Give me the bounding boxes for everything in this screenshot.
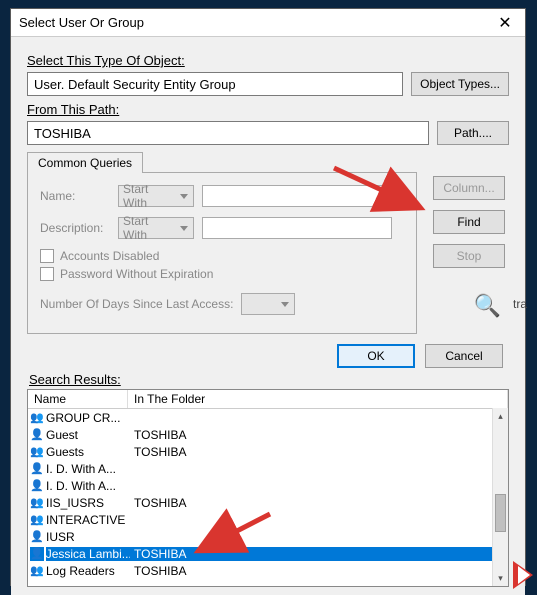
result-row[interactable]: 👤I. D. With A... (28, 477, 508, 494)
name-input[interactable] (202, 185, 392, 207)
result-folder: TOSHIBA (130, 547, 508, 561)
result-folder: TOSHIBA (130, 428, 508, 442)
object-type-label: Select This Type Of Object: (27, 53, 509, 68)
group-icon: 👥 (30, 411, 44, 425)
description-input[interactable] (202, 217, 392, 239)
column-button[interactable]: Column... (433, 176, 505, 200)
days-since-access-label: Number Of Days Since Last Access: (40, 297, 233, 311)
titlebar: Select User Or Group ✕ (11, 9, 525, 37)
column-header-name[interactable]: Name (28, 390, 128, 408)
result-name: I. D. With A... (46, 479, 116, 493)
dialog-body: Select This Type Of Object: Object Types… (11, 37, 525, 595)
find-button[interactable]: Find (433, 210, 505, 234)
cancel-button[interactable]: Cancel (425, 344, 503, 368)
from-path-label: From This Path: (27, 102, 509, 117)
magnifier-icon: 🔍 (474, 293, 501, 319)
password-no-expire-checkbox[interactable] (40, 267, 54, 281)
object-types-button[interactable]: Object Types... (411, 72, 509, 96)
results-scrollbar[interactable]: ▴ ▾ (492, 408, 508, 586)
result-name: Guests (46, 445, 84, 459)
description-match-combo[interactable]: Start With (118, 217, 194, 239)
scroll-thumb[interactable] (495, 494, 506, 532)
corner-badge (499, 561, 533, 589)
days-since-access-combo[interactable] (241, 293, 295, 315)
group-icon: 👥 (30, 496, 44, 510)
result-row[interactable]: 👤I. D. With A... (28, 460, 508, 477)
accounts-disabled-checkbox[interactable] (40, 249, 54, 263)
result-name: INTERACTIVE (46, 513, 125, 527)
group-icon: 👥 (30, 564, 44, 578)
result-name: Guest (46, 428, 78, 442)
background-text-fragment: tra (513, 297, 527, 311)
ok-button[interactable]: OK (337, 344, 415, 368)
name-label: Name: (40, 189, 110, 203)
result-row[interactable]: 👤Guest TOSHIBA (28, 426, 508, 443)
result-row[interactable]: 👥Log Readers TOSHIBA (28, 562, 508, 579)
accounts-disabled-label: Accounts Disabled (60, 249, 159, 263)
result-name: IIS_IUSRS (46, 496, 104, 510)
close-button[interactable]: ✕ (491, 12, 519, 34)
result-folder: TOSHIBA (130, 564, 508, 578)
result-name: GROUP CR... (46, 411, 120, 425)
user-icon: 👤 (30, 428, 44, 442)
password-no-expire-label: Password Without Expiration (60, 267, 213, 281)
result-row[interactable]: 👤Jessica Lambi...TOSHIBA (28, 545, 508, 562)
result-folder: TOSHIBA (130, 445, 508, 459)
common-queries-panel: Name: Start With Description: Start With… (27, 172, 417, 334)
results-header: Name In The Folder (28, 390, 508, 409)
stop-button[interactable]: Stop (433, 244, 505, 268)
group-icon: 👥 (30, 513, 44, 527)
result-row[interactable]: 👤IUSR (28, 528, 508, 545)
result-name: Jessica Lambi... (46, 547, 130, 561)
user-icon: 👤 (30, 547, 44, 561)
result-row[interactable]: 👥Guests TOSHIBA (28, 443, 508, 460)
dialog-title: Select User Or Group (19, 15, 144, 30)
result-folder: TOSHIBA (130, 496, 508, 510)
scroll-up-icon[interactable]: ▴ (493, 408, 508, 424)
description-label: Description: (40, 221, 110, 235)
object-type-field[interactable] (27, 72, 403, 96)
results-list: Name In The Folder 👥GROUP CR...👤GuestTOS… (27, 389, 509, 587)
select-user-dialog: Select User Or Group ✕ Select This Type … (10, 8, 526, 586)
name-match-combo[interactable]: Start With (118, 185, 194, 207)
search-results-label: Search Results: (29, 372, 509, 387)
result-name: I. D. With A... (46, 462, 116, 476)
result-name: Log Readers (46, 564, 115, 578)
user-icon: 👤 (30, 479, 44, 493)
tab-common-queries[interactable]: Common Queries (27, 152, 143, 173)
result-row[interactable]: 👥GROUP CR... (28, 409, 508, 426)
user-icon: 👤 (30, 462, 44, 476)
result-row[interactable]: 👥IIS_IUSRS TOSHIBA (28, 494, 508, 511)
result-row[interactable]: 👥INTERACTIVE (28, 511, 508, 528)
column-header-folder[interactable]: In The Folder (128, 390, 508, 408)
result-name: IUSR (46, 530, 75, 544)
path-button[interactable]: Path.... (437, 121, 509, 145)
group-icon: 👥 (30, 445, 44, 459)
user-icon: 👤 (30, 530, 44, 544)
from-path-field[interactable] (27, 121, 429, 145)
